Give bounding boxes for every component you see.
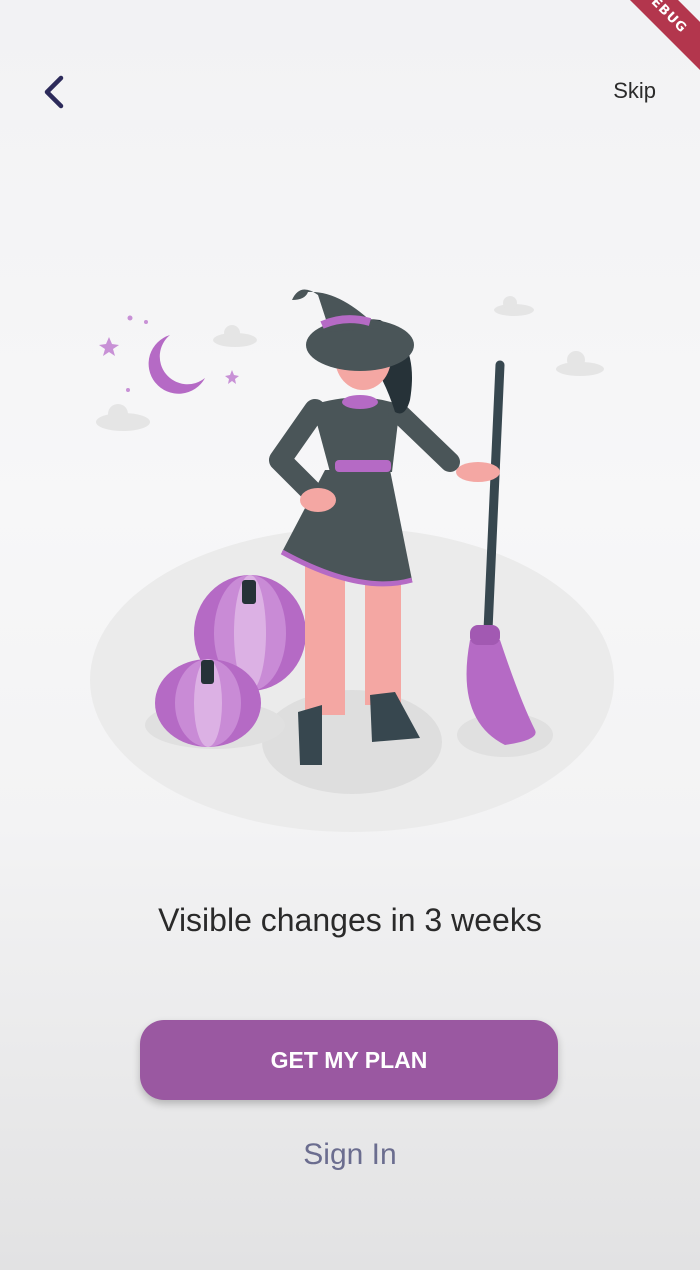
feet-shadow xyxy=(262,690,442,794)
witch-illustration xyxy=(90,289,614,832)
debug-banner-label: DEBUG xyxy=(639,0,691,37)
headline: Visible changes in 3 weeks xyxy=(158,902,542,938)
get-my-plan-label: GET MY PLAN xyxy=(270,1046,428,1073)
star-icon xyxy=(127,315,133,321)
broom-band xyxy=(470,625,500,645)
onboarding-screen: DEBUG Skip Visible changes in 3 weeks GE… xyxy=(0,0,700,1270)
cloud-icon xyxy=(213,325,257,347)
pumpkin-small xyxy=(155,659,261,747)
cloud-icon xyxy=(494,296,534,316)
debug-banner: DEBUG xyxy=(599,0,700,77)
cloud-icon xyxy=(556,351,604,376)
get-my-plan-button[interactable]: GET MY PLAN xyxy=(140,1020,558,1100)
star-icon xyxy=(225,370,239,384)
skip-button[interactable]: Skip xyxy=(613,78,656,104)
back-button[interactable] xyxy=(30,68,78,116)
sign-in-link[interactable]: Sign In xyxy=(0,1138,700,1172)
star-icon xyxy=(144,320,148,324)
cloud-icon xyxy=(96,404,150,431)
crescent-moon-icon xyxy=(148,335,205,394)
star-icon xyxy=(99,337,119,356)
star-icon xyxy=(126,388,130,392)
chevron-left-icon xyxy=(44,75,64,109)
